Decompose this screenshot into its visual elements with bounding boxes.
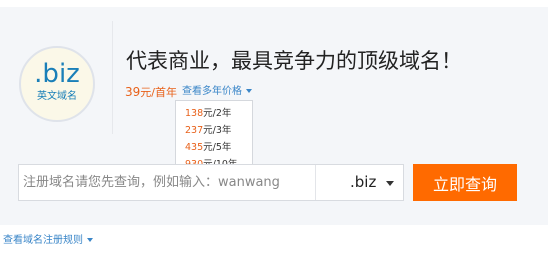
suffix-select[interactable]: .biz xyxy=(316,165,404,200)
headline: 代表商业，最具竞争力的顶级域名！ xyxy=(126,49,462,73)
badge-subtitle: 英文域名 xyxy=(37,91,77,102)
badge-extension: .biz xyxy=(34,59,80,89)
domain-badge: .biz 英文域名 xyxy=(19,46,95,122)
price-amount: 39 xyxy=(125,85,141,99)
price-option[interactable]: 435元/5年 xyxy=(176,139,252,156)
domain-search-box: .biz xyxy=(18,164,404,201)
registration-rules-label: 查看域名注册规则 xyxy=(3,235,83,246)
caret-down-icon xyxy=(246,89,252,93)
registration-rules-link[interactable]: 查看域名注册规则 xyxy=(3,234,93,248)
chevron-down-icon xyxy=(386,181,394,186)
first-year-price: 39元/首年 xyxy=(125,85,177,100)
vertical-divider xyxy=(112,21,113,134)
search-button[interactable]: 立即查询 xyxy=(413,164,517,201)
caret-down-icon xyxy=(87,238,93,242)
domain-search-input[interactable] xyxy=(19,165,313,200)
price-option[interactable]: 138元/2年 xyxy=(176,105,252,122)
price-option[interactable]: 237元/3年 xyxy=(176,122,252,139)
suffix-select-value: .biz xyxy=(350,173,377,191)
multi-year-price-link[interactable]: 查看多年价格 xyxy=(182,85,252,99)
price-unit: 元/首年 xyxy=(140,86,177,99)
multi-year-price-label: 查看多年价格 xyxy=(182,86,242,97)
multi-year-price-dropdown: 138元/2年 237元/3年 435元/5年 930元/10年 xyxy=(175,100,253,171)
